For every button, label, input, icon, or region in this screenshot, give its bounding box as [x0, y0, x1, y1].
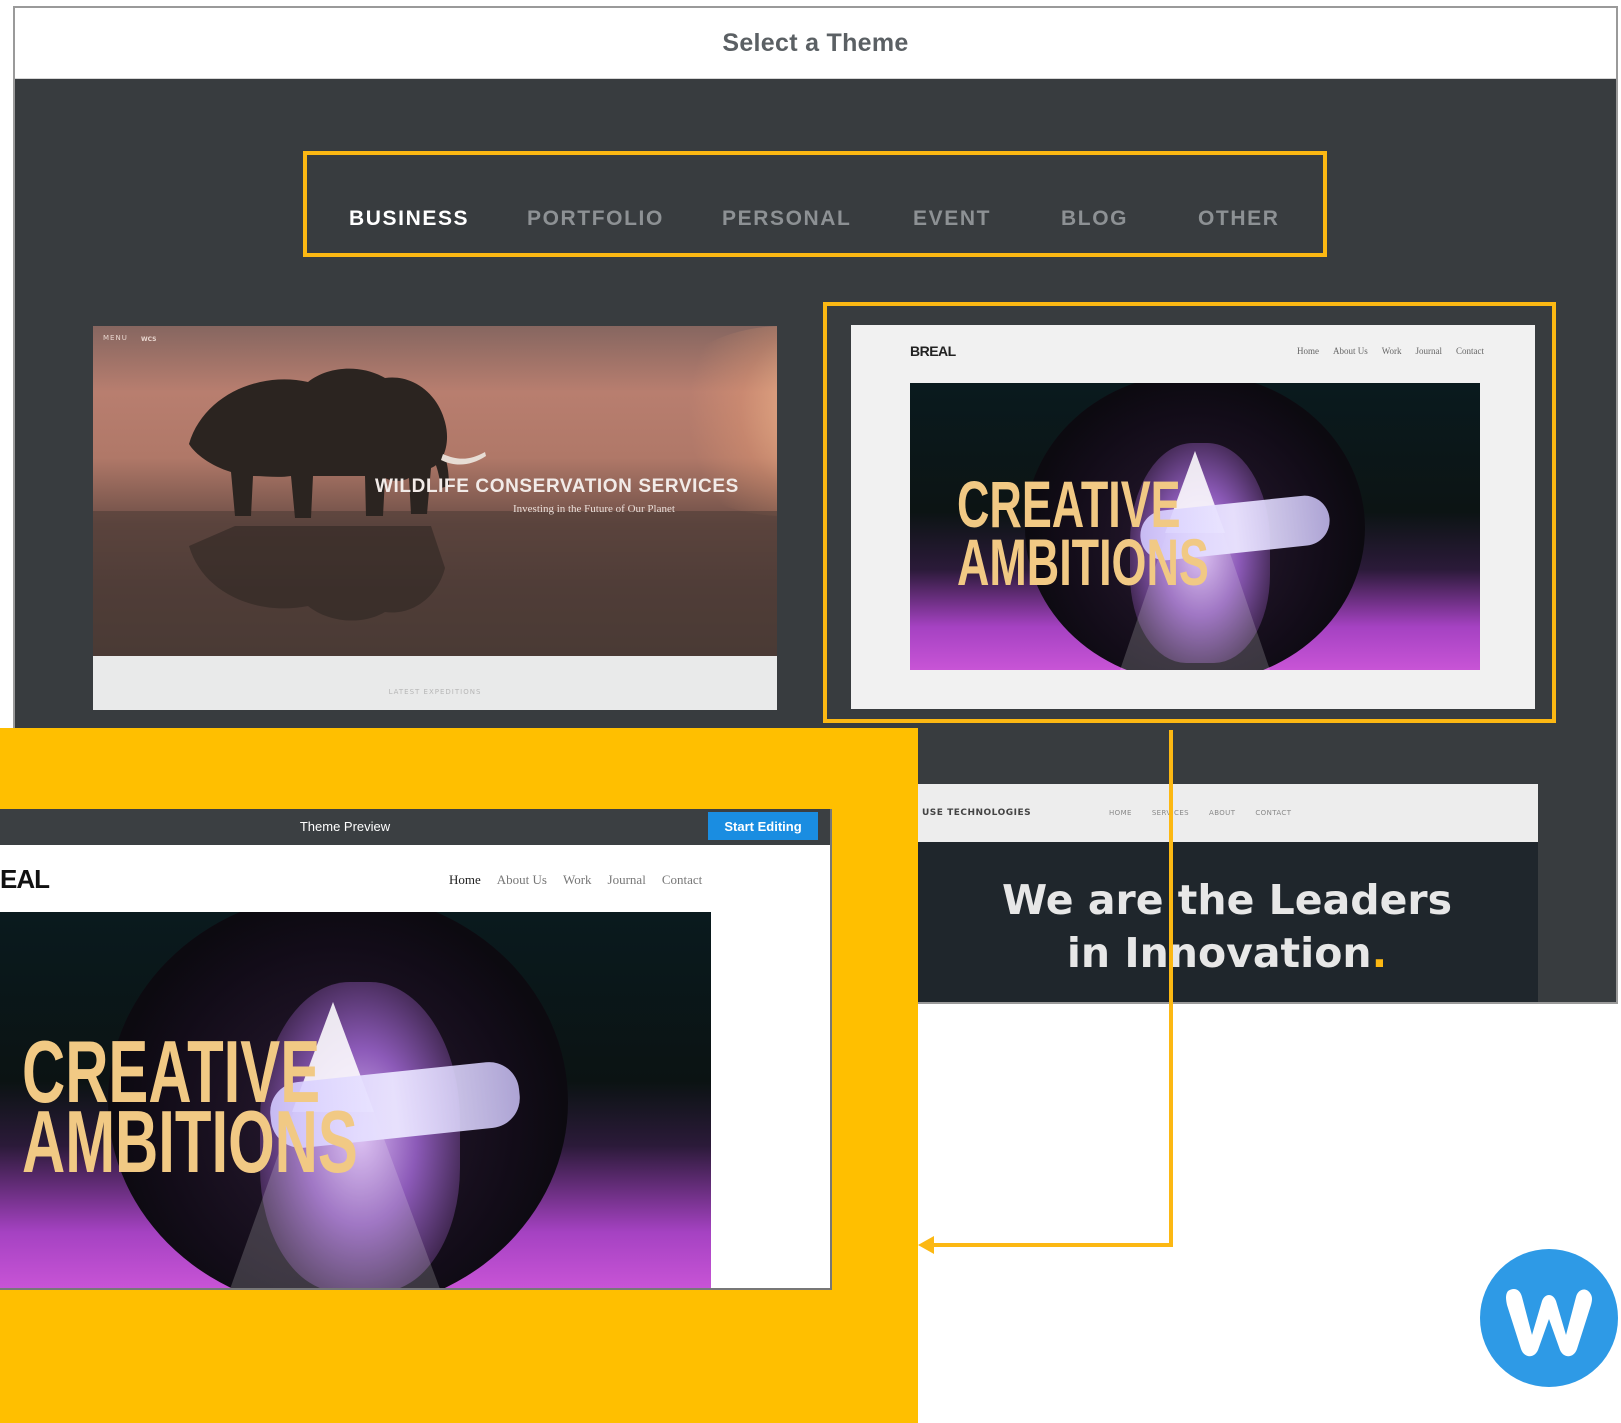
breal-headline-line2: AMBITIONS — [957, 525, 1209, 599]
preview-nav-work[interactable]: Work — [563, 872, 592, 888]
theme-card-wildlife[interactable]: MENU WCS WILDLIFE CONSERVATION SERVICES … — [93, 326, 777, 710]
breal-hero-image: CREATIVE AMBITIONS — [910, 383, 1480, 670]
tech-nav-item: CONTACT — [1255, 809, 1292, 817]
theme-preview-window: Theme Preview Start Editing EAL Home Abo… — [0, 809, 832, 1290]
breal-logo: BREAL — [910, 343, 956, 359]
tech-headline-dot: . — [1371, 929, 1388, 977]
breal-nav-item: Work — [1381, 346, 1402, 356]
breal-nav-item: Contact — [1456, 346, 1485, 356]
wildlife-menu-link: MENU — [103, 334, 128, 342]
preview-logo: EAL — [0, 864, 50, 894]
tech-nav: HOME SERVICES ABOUT CONTACT — [1109, 809, 1291, 817]
tech-nav-bar: USE TECHNOLOGIES HOME SERVICES ABOUT CON… — [916, 784, 1538, 842]
tech-logo: USE TECHNOLOGIES — [922, 808, 1032, 818]
theme-card-technologies[interactable]: USE TECHNOLOGIES HOME SERVICES ABOUT CON… — [916, 784, 1538, 1002]
wildlife-subtitle: Investing in the Future of Our Planet — [513, 503, 675, 515]
tab-blog[interactable]: BLOG — [1061, 207, 1128, 231]
tech-headline: We are the Leaders in Innovation. — [916, 874, 1538, 980]
tab-event[interactable]: EVENT — [913, 207, 991, 231]
tech-headline-line1: We are the Leaders — [1001, 876, 1453, 924]
wildlife-footer-text: LATEST EXPEDITIONS — [388, 688, 482, 696]
tech-nav-item: HOME — [1109, 809, 1132, 817]
start-editing-button[interactable]: Start Editing — [708, 812, 818, 840]
preview-title: Theme Preview — [299, 819, 391, 834]
wildlife-logo: WCS — [141, 336, 157, 343]
preview-nav-journal[interactable]: Journal — [608, 872, 646, 888]
tab-personal[interactable]: PERSONAL — [722, 207, 851, 231]
preview-nav-home[interactable]: Home — [449, 872, 481, 888]
preview-callout: Theme Preview Start Editing EAL Home Abo… — [0, 728, 918, 1423]
weebly-logo-icon — [1480, 1249, 1618, 1387]
preview-nav: Home About Us Work Journal Contact — [449, 872, 702, 888]
tech-nav-item: ABOUT — [1209, 809, 1236, 817]
category-tabs: BUSINESS PORTFOLIO PERSONAL EVENT BLOG O… — [303, 151, 1327, 257]
breal-nav-item: Home — [1297, 346, 1319, 356]
tab-portfolio[interactable]: PORTFOLIO — [527, 207, 664, 231]
preview-toolbar: Theme Preview Start Editing — [0, 809, 830, 845]
breal-nav-item: About Us — [1333, 346, 1368, 356]
preview-headline-line2: AMBITIONS — [22, 1092, 358, 1191]
window-header: Select a Theme — [15, 8, 1616, 79]
wildlife-title: WILDLIFE CONSERVATION SERVICES — [375, 476, 739, 497]
tech-nav-item: SERVICES — [1151, 809, 1189, 817]
tab-business[interactable]: BUSINESS — [349, 207, 469, 231]
page-title: Select a Theme — [722, 28, 909, 57]
breal-nav: Home About Us Work Journal Contact — [1297, 346, 1484, 356]
preview-nav-contact[interactable]: Contact — [662, 872, 702, 888]
tech-headline-line2: in Innovation — [1066, 929, 1372, 977]
wildlife-hero-image: MENU WCS WILDLIFE CONSERVATION SERVICES … — [93, 326, 777, 656]
breal-nav-item: Journal — [1415, 346, 1443, 356]
preview-hero-image: CREATIVE AMBITIONS — [0, 912, 711, 1288]
preview-nav-about[interactable]: About Us — [497, 872, 547, 888]
tab-other[interactable]: OTHER — [1198, 207, 1280, 231]
theme-card-breal[interactable]: BREAL Home About Us Work Journal Contact… — [851, 325, 1535, 709]
